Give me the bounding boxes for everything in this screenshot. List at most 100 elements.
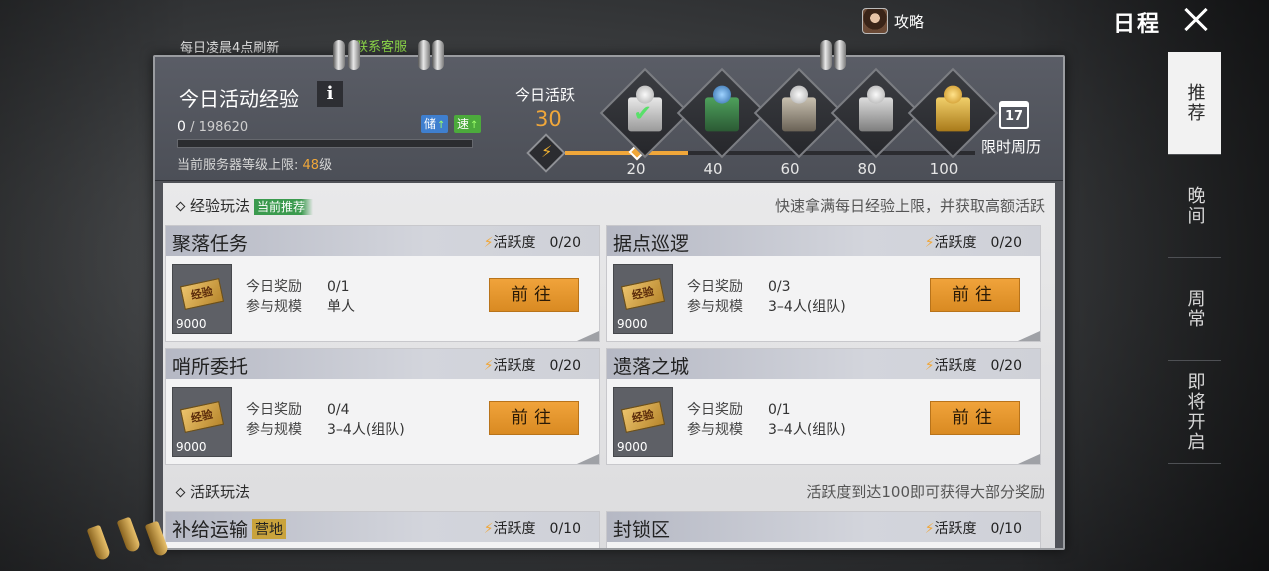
card-labels: 今日奖励 参与规模	[687, 277, 743, 317]
exp-ticket-icon: 经验 9000	[613, 387, 673, 457]
go-button[interactable]: 前往	[489, 278, 579, 312]
scale-value: 3–4人(组队)	[768, 422, 846, 438]
binder-ring	[333, 40, 345, 70]
threshold-label: 60	[780, 160, 800, 178]
tab-recommended[interactable]: 推荐	[1168, 52, 1221, 155]
card-values: 0/1 单人	[327, 277, 355, 317]
tab-label: 晚间	[1184, 186, 1206, 226]
tab-evening[interactable]: 晚间	[1168, 155, 1221, 258]
close-icon[interactable]	[1180, 4, 1212, 36]
page-title: 日程	[1113, 12, 1162, 37]
scale-label: 参与规模	[687, 299, 743, 315]
section-hint-exp: 快速拿满每日经验上限，并获取高额活跃	[774, 197, 1045, 215]
activity-tag-label: 活跃度	[934, 235, 977, 251]
threshold-label: 20	[626, 160, 646, 178]
card-activity: ⚡活跃度 0/20	[925, 232, 1022, 252]
threshold-label: 100	[929, 160, 959, 178]
binder-ring	[820, 40, 832, 70]
activity-value: 30	[535, 107, 562, 131]
guide-button[interactable]: 攻略	[862, 8, 924, 34]
diamond-bullet-icon	[175, 201, 186, 212]
card-title-text: 补给运输	[172, 519, 249, 541]
lightning-icon: ⚡	[483, 521, 494, 537]
reward-value: 0/3	[768, 279, 791, 295]
lightning-icon: ⚡	[483, 235, 494, 251]
scale-label: 参与规模	[687, 422, 743, 438]
go-button[interactable]: 前往	[930, 278, 1020, 312]
card-values: 0/3 3–4人(组队)	[768, 277, 846, 317]
activity-tag-label: 活跃度	[493, 521, 536, 537]
scale-label: 参与规模	[246, 299, 302, 315]
server-level-cap: 当前服务器等级上限: 48级	[177, 154, 332, 173]
ammo-icon	[867, 85, 885, 104]
activity-tag-value: 0/20	[549, 235, 581, 251]
card-labels: 今日奖励 参与规模	[246, 400, 302, 440]
schedule-panel: 今日活动经验 i 0 / 198620 储↑ 速↑ 当前服务器等级上限: 48级…	[153, 55, 1065, 550]
card-header: 哨所委托 ⚡活跃度 0/20	[166, 349, 599, 379]
binder-ring	[418, 40, 430, 70]
threshold-label: 40	[703, 160, 723, 178]
exp-current: 0	[177, 119, 186, 135]
calendar-label[interactable]: 限时周历	[981, 136, 1041, 157]
scale-value: 单人	[327, 299, 355, 315]
avatar	[862, 8, 888, 34]
ticket-amount: 9000	[176, 317, 207, 331]
ticket-text: 经验	[620, 401, 666, 433]
go-button[interactable]: 前往	[930, 401, 1020, 435]
activity-tag-label: 活跃度	[493, 358, 536, 374]
reward-value: 0/4	[327, 402, 350, 418]
contact-service-link[interactable]: 联系客服	[355, 36, 407, 55]
panel-header: 今日活动经验 i 0 / 198620 储↑ 速↑ 当前服务器等级上限: 48级…	[155, 57, 1063, 181]
exp-ticket-icon: 经验 9000	[172, 264, 232, 334]
info-button[interactable]: i	[317, 81, 343, 107]
guide-label: 攻略	[894, 12, 925, 31]
activity-tag-label: 活跃度	[934, 521, 977, 537]
recommend-badge: 当前推荐	[254, 198, 314, 215]
server-cap-label: 当前服务器等级上限:	[177, 158, 303, 173]
card-header: 据点巡逻 ⚡活跃度 0/20	[607, 226, 1040, 256]
tab-weekly[interactable]: 周常	[1168, 258, 1221, 361]
panel-body: 经验玩法 当前推荐 快速拿满每日经验上限，并获取高额活跃 聚落任务 ⚡活跃度 0/2…	[163, 183, 1055, 548]
activity-tag-label: 活跃度	[493, 235, 536, 251]
card-header: 聚落任务 ⚡活跃度 0/20	[166, 226, 599, 256]
lightning-icon: ⚡	[924, 235, 935, 251]
binder-ring	[348, 40, 360, 70]
lightning-icon: ⚡	[483, 358, 494, 374]
reward-value: 0/1	[768, 402, 791, 418]
activity-track-fill	[565, 151, 688, 155]
card-title: 遗落之城	[613, 356, 690, 378]
card-activity: ⚡活跃度 0/10	[925, 518, 1022, 538]
card-activity: ⚡活跃度 0/20	[925, 355, 1022, 375]
tab-label: 推荐	[1184, 83, 1206, 123]
tab-label: 周常	[1184, 289, 1206, 329]
reward-label: 今日奖励	[687, 279, 743, 295]
go-button[interactable]: 前往	[489, 401, 579, 435]
activity-card: 遗落之城 ⚡活跃度 0/20 经验 9000 今日奖励 参与规模 0/1 3–4人(组队…	[606, 348, 1041, 465]
card-header: 封锁区 ⚡活跃度 0/10	[607, 512, 1040, 542]
binder-ring	[432, 40, 444, 70]
card-values: 0/1 3–4人(组队)	[768, 400, 846, 440]
reward-label: 今日奖励	[246, 402, 302, 418]
card-corner	[577, 331, 599, 341]
speed-boost-badge[interactable]: 速↑	[454, 115, 482, 133]
card-title: 封锁区	[613, 519, 671, 541]
diamond-bullet-icon	[175, 487, 186, 498]
reward-label: 今日奖励	[687, 402, 743, 418]
server-cap-level: 48	[302, 158, 320, 173]
store-boost-label: 储	[424, 117, 437, 131]
store-boost-badge[interactable]: 储↑	[421, 115, 449, 133]
card-title: 聚落任务	[172, 233, 249, 255]
shield-badge-icon	[790, 85, 808, 104]
calendar-icon[interactable]: 17	[999, 101, 1029, 129]
activity-tag-label: 活跃度	[934, 358, 977, 374]
tab-upcoming[interactable]: 即将开启	[1168, 361, 1221, 464]
activity-card: 据点巡逻 ⚡活跃度 0/20 经验 9000 今日奖励 参与规模 0/3 3–4人(组队…	[606, 225, 1041, 342]
check-icon: ✔	[633, 101, 652, 127]
section-title-text: 活跃玩法	[190, 483, 251, 501]
speed-boost-label: 速	[457, 117, 470, 131]
card-title: 补给运输 营地	[172, 515, 287, 542]
arrow-up-icon: ↑	[437, 120, 446, 131]
binder-ring	[834, 40, 846, 70]
ticket-amount: 9000	[176, 440, 207, 454]
activity-tag-value: 0/20	[990, 358, 1022, 374]
